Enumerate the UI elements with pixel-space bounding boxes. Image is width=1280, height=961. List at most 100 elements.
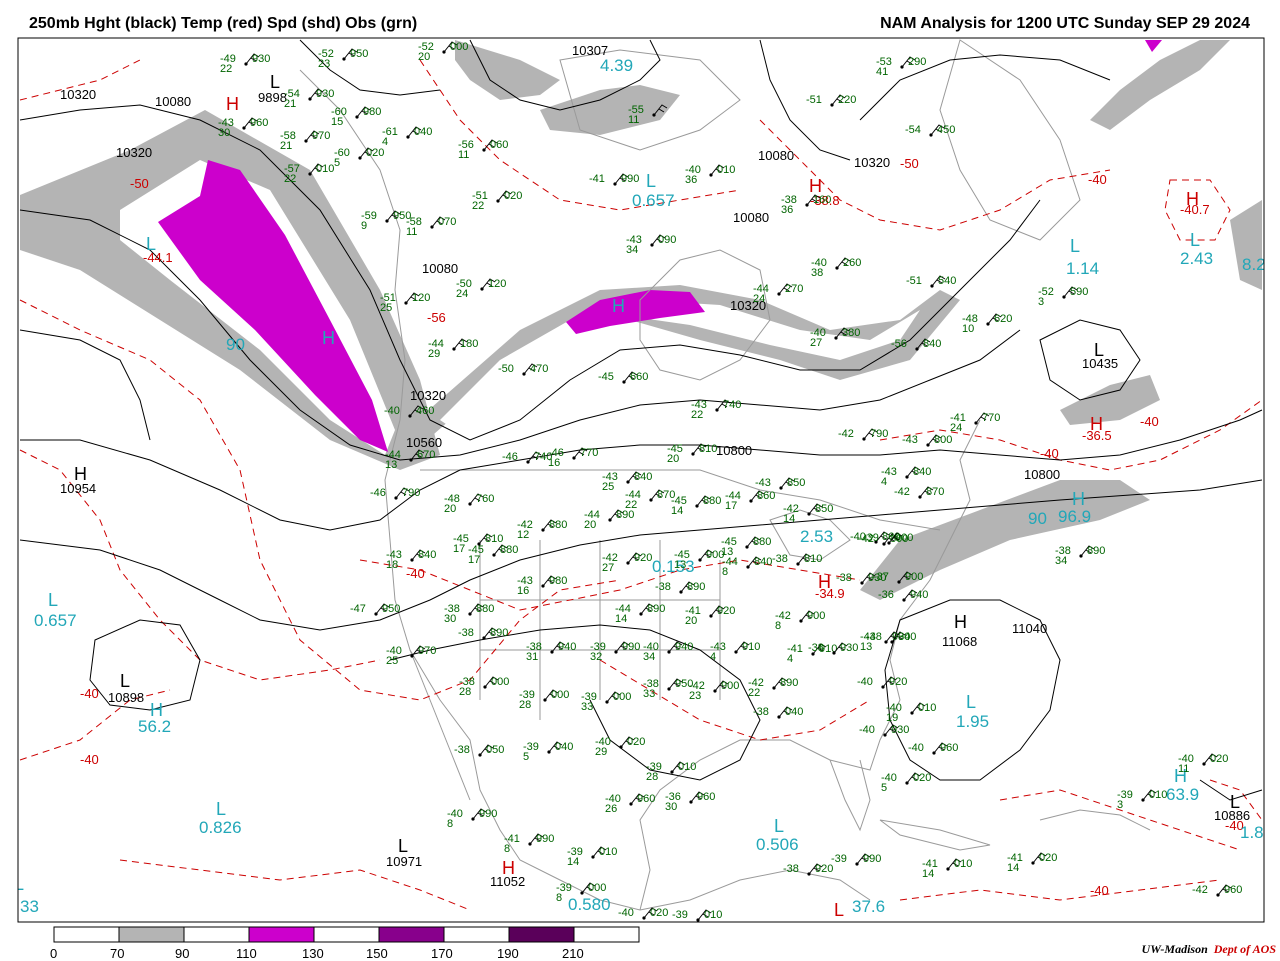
temp-label: -40 (406, 566, 425, 581)
low-marker: L (48, 590, 58, 610)
station-temperature: -37 (873, 571, 889, 583)
station-height: 930 (892, 631, 910, 643)
station-dewpoint: 27 (810, 337, 822, 349)
station-height: 450 (937, 124, 955, 136)
extrema-value: 0.657 (632, 191, 675, 210)
station-height: 260 (843, 257, 861, 269)
station-height: 930 (252, 53, 270, 65)
legend-tick: 110 (236, 946, 257, 961)
station-dewpoint: 10 (962, 323, 974, 335)
station-height: 990 (622, 641, 640, 653)
station-dewpoint: 17 (453, 543, 465, 555)
station-height: 020 (1210, 753, 1228, 765)
station-height: 900 (905, 571, 923, 583)
station-height: 880 (703, 495, 721, 507)
station-temperature: -56 (891, 338, 907, 350)
station-dewpoint: 16 (548, 457, 560, 469)
station-dewpoint: 5 (881, 782, 887, 794)
station-height: 990 (621, 173, 639, 185)
station-height: 060 (490, 139, 508, 151)
extrema-value: 2.53 (800, 527, 833, 546)
station-height: 010 (704, 909, 722, 921)
station-height: 960 (637, 793, 655, 805)
station-dewpoint: 8 (556, 892, 562, 904)
station-temperature: -42 (1192, 884, 1208, 896)
station-height: 040 (785, 706, 803, 718)
extrema-value: 90 (226, 335, 245, 354)
height-label: 10898 (108, 690, 144, 705)
station-dewpoint: 4 (881, 476, 887, 488)
station-height: 890 (780, 677, 798, 689)
station-height: 990 (479, 808, 497, 820)
station-height: 770 (982, 412, 1000, 424)
station-height: 010 (316, 163, 334, 175)
station-dewpoint: 20 (584, 519, 596, 531)
height-label: 10800 (1024, 467, 1060, 482)
station-height: 020 (1039, 852, 1057, 864)
station-temperature: -40 (618, 907, 634, 919)
height-label: 10320 (116, 145, 152, 160)
station-dewpoint: 8 (447, 818, 453, 830)
legend-tick: 150 (366, 946, 388, 961)
station-height: 010 (717, 164, 735, 176)
station-height: 120 (488, 278, 506, 290)
height-label: 10080 (155, 94, 191, 109)
station-temperature: -51 (906, 275, 922, 287)
station-height: 840 (634, 471, 652, 483)
station-height: 020 (913, 772, 931, 784)
speed-legend (53, 926, 640, 943)
station-height: 980 (549, 575, 567, 587)
station-height: 000 (450, 41, 468, 53)
extrema-value: 37.6 (852, 897, 885, 916)
low-marker: L (120, 671, 130, 691)
legend-tick: 70 (110, 946, 125, 961)
station-dewpoint: 41 (876, 66, 888, 78)
temp-label: -50 (900, 156, 919, 171)
station-height: 180 (460, 338, 478, 350)
station-height: 870 (926, 486, 944, 498)
station-height: 990 (863, 853, 881, 865)
station-temperature: -51 (806, 94, 822, 106)
station-dewpoint: 15 (331, 116, 343, 128)
station-height: 160 (813, 194, 831, 206)
legend-box-70-90 (118, 926, 185, 943)
station-temperature: -38 (753, 706, 769, 718)
station-temperature: -47 (350, 603, 366, 615)
height-label: 10080 (758, 148, 794, 163)
station-dewpoint: 25 (602, 481, 614, 493)
station-height: 890 (687, 581, 705, 593)
high-marker: H (809, 176, 822, 196)
station-height: 460 (416, 405, 434, 417)
legend-tick: 170 (431, 946, 453, 961)
station-dewpoint: 14 (783, 513, 795, 525)
station-temperature: -38 (454, 744, 470, 756)
station-dewpoint: 11 (1178, 763, 1189, 775)
station-height: 290 (908, 56, 926, 68)
station-height: 020 (504, 190, 522, 202)
station-dewpoint: 12 (517, 529, 529, 541)
station-height: 840 (754, 556, 772, 568)
station-height: 850 (787, 477, 805, 489)
height-label: 9898 (258, 90, 287, 105)
station-height: 890 (647, 603, 665, 615)
credit-line: UW-Madison Dept of AOS (1142, 942, 1276, 957)
high-marker: H (74, 464, 87, 484)
temp-label: -40 (1040, 446, 1059, 461)
extrema-value: 0.580 (568, 895, 611, 914)
legend-box-170-190 (443, 926, 510, 943)
high-marker: H (322, 328, 335, 348)
station-temperature: -38 (772, 553, 788, 565)
station-temperature: -43 (902, 434, 918, 446)
legend-box-150-170 (378, 926, 445, 943)
station-height: 540 (938, 275, 956, 287)
station-dewpoint: 3 (1038, 296, 1044, 308)
station-dewpoint: 34 (643, 651, 655, 663)
station-temperature: -40 (908, 742, 924, 754)
station-height: 880 (549, 519, 567, 531)
station-dewpoint: 14 (671, 505, 683, 517)
station-height: 950 (350, 48, 368, 60)
station-temperature: -38 (655, 581, 671, 593)
station-dewpoint: 28 (646, 771, 658, 783)
station-height: 020 (627, 736, 645, 748)
station-temperature: -42 (838, 428, 854, 440)
